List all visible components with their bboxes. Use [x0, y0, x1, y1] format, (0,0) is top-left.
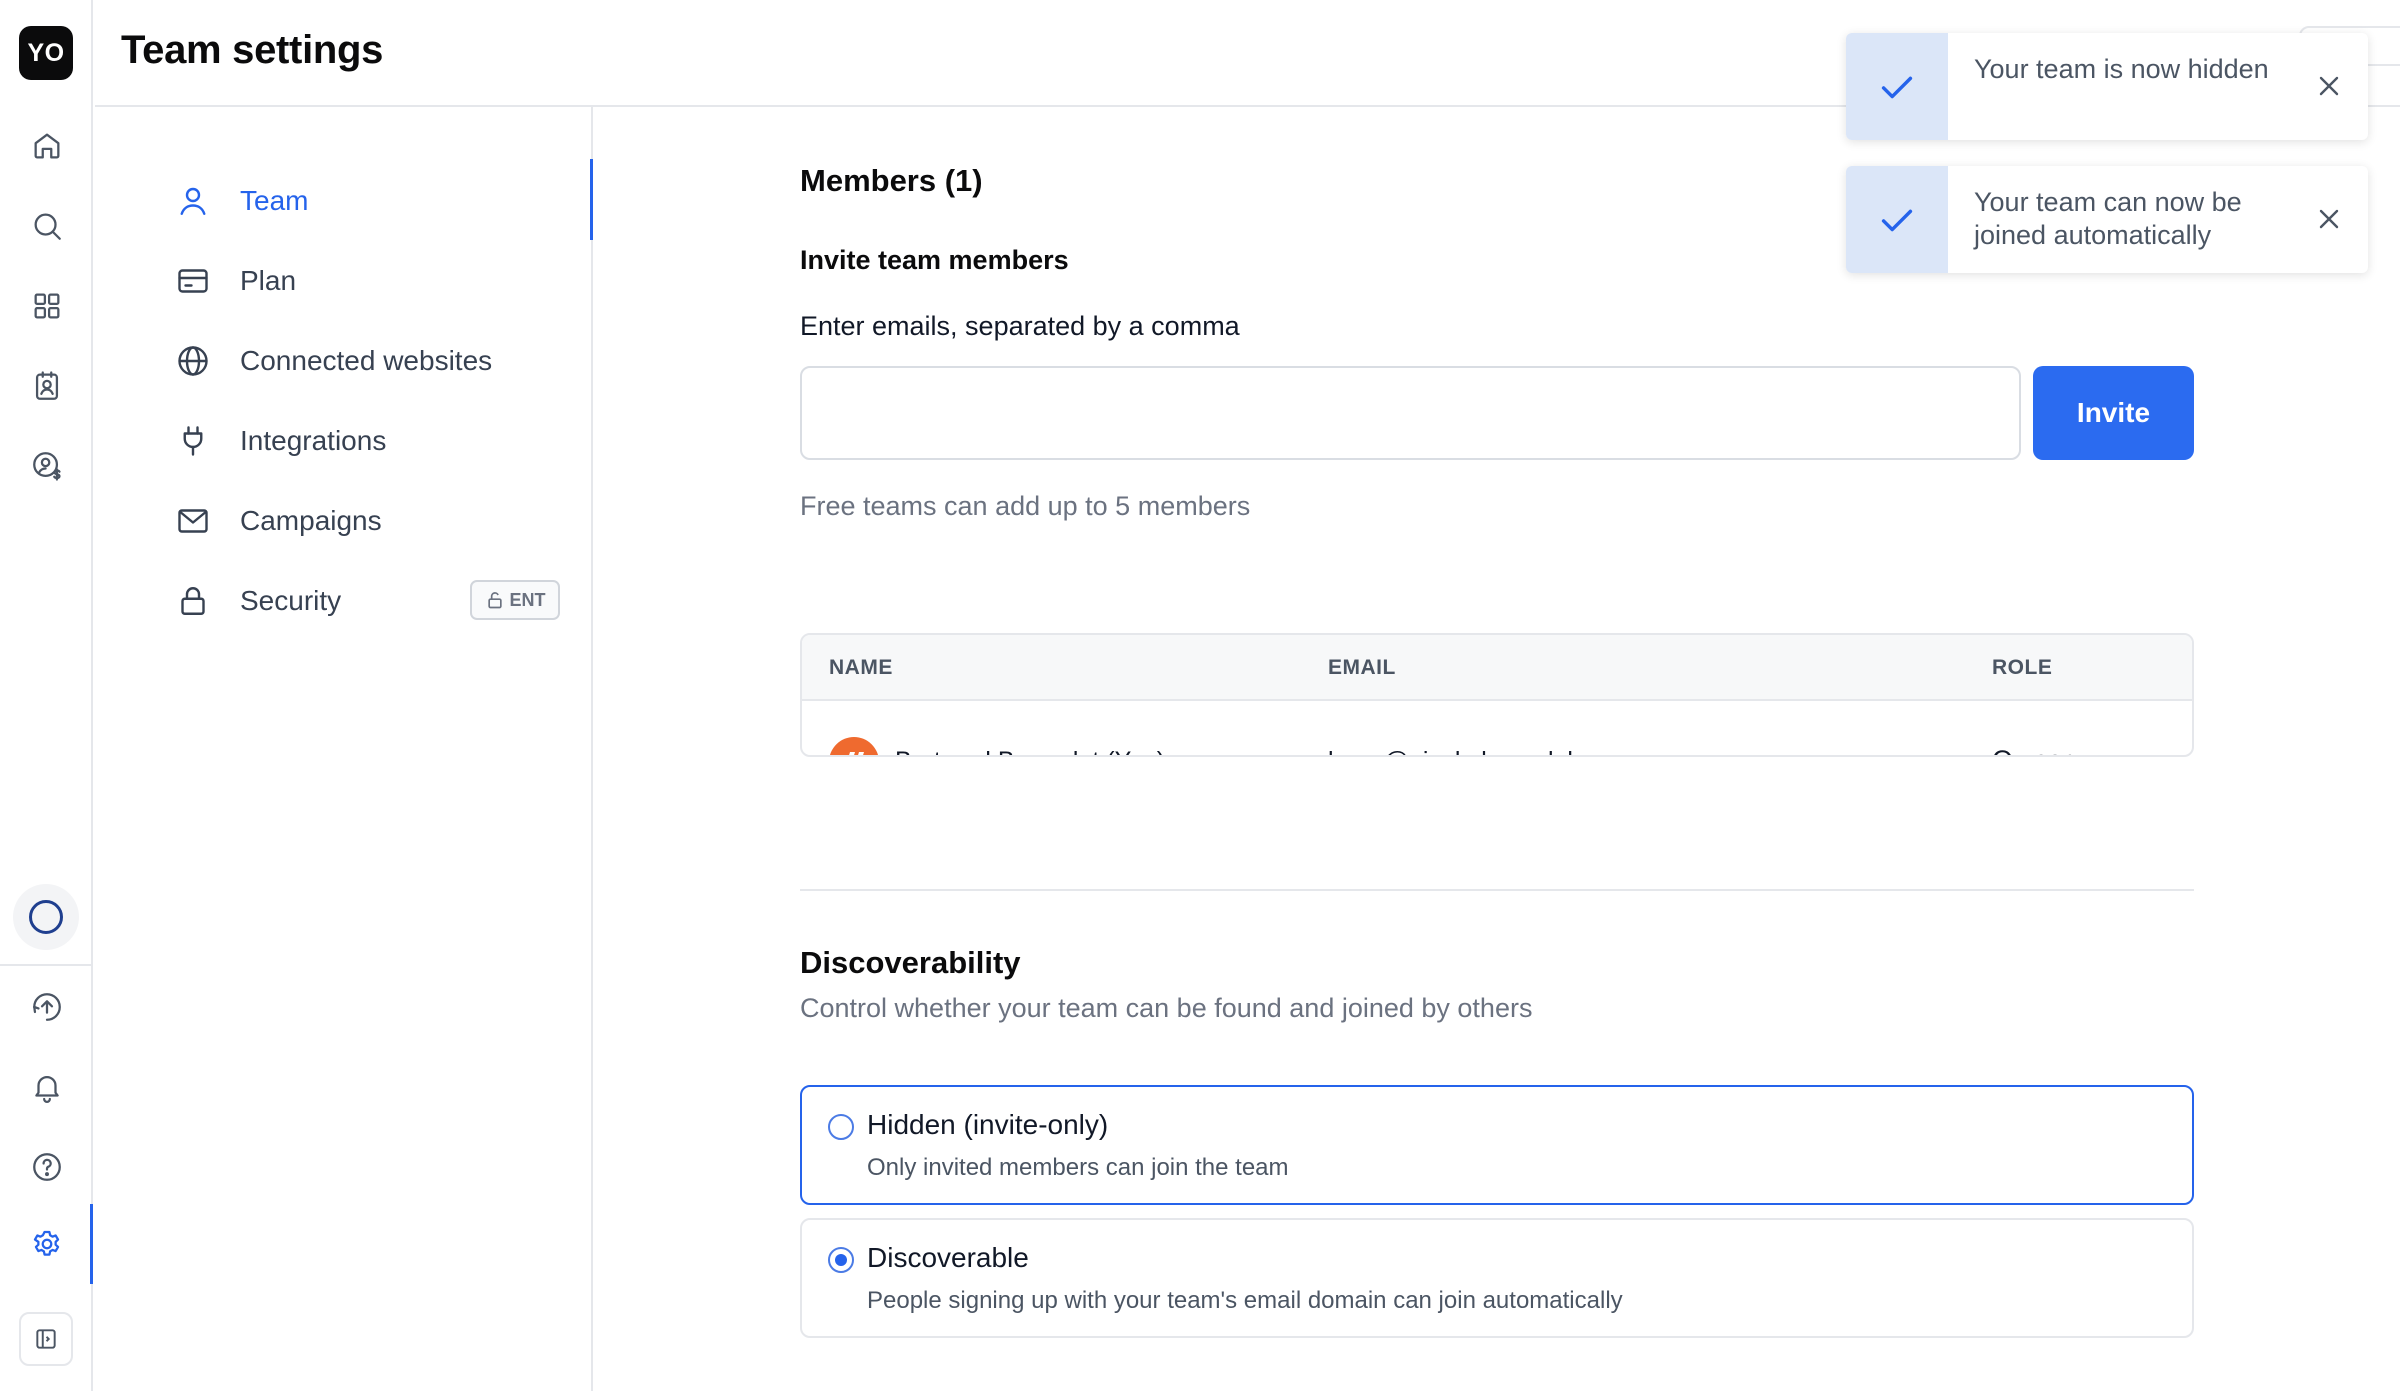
member-role: Owner: [1992, 745, 2072, 755]
close-icon: [2319, 76, 2339, 96]
home-icon[interactable]: [22, 121, 72, 171]
toast-close-button[interactable]: [2308, 198, 2350, 240]
members-table: NAME EMAIL ROLE Bertrand Bruandet (You) …: [800, 633, 2194, 757]
member-email: laura@nicelydone.club: [1328, 747, 1581, 755]
option-description: Only invited members can join the team: [867, 1154, 1289, 1181]
avatar: [829, 737, 879, 755]
help-icon[interactable]: [22, 1142, 72, 1192]
section-divider: [800, 889, 2194, 891]
enterprise-badge: ENT: [470, 580, 560, 620]
rail-active-indicator: [90, 1204, 93, 1284]
invite-button[interactable]: Invite: [2033, 366, 2194, 460]
left-rail: YO: [0, 0, 93, 1391]
sidebar-toggle-icon: [36, 1329, 56, 1349]
member-name: Bertrand Bruandet (You): [895, 747, 1165, 755]
toast-notification: Your team can now be joined automaticall…: [1846, 166, 2368, 273]
option-discoverable[interactable]: Discoverable People signing up with your…: [800, 1218, 2194, 1338]
check-icon: [1881, 209, 1913, 231]
workspace-logo[interactable]: YO: [19, 26, 73, 80]
column-header-name: NAME: [829, 656, 893, 679]
rail-divider: [0, 964, 93, 966]
members-title: Members (1): [800, 163, 983, 198]
discoverability-subtitle: Control whether your team can be found a…: [800, 993, 1533, 1023]
option-description: People signing up with your team's email…: [867, 1287, 1623, 1314]
option-hidden[interactable]: Hidden (invite-only) Only invited member…: [800, 1085, 2194, 1205]
toast-status: [1846, 166, 1948, 273]
invite-emails-input[interactable]: [800, 366, 2021, 460]
sidebar-item-integrations[interactable]: Integrations: [95, 401, 593, 481]
settings-sidebar: Team Plan Connected websites Integration…: [95, 107, 593, 1391]
avatar-logo-icon: [849, 752, 864, 755]
toast-notification: Your team is now hidden: [1846, 33, 2368, 140]
column-header-role: ROLE: [1992, 656, 2053, 679]
globe-icon: [178, 346, 208, 376]
sidebar-item-plan[interactable]: Plan: [95, 241, 593, 321]
enterprise-badge-label: ENT: [509, 589, 546, 610]
toast-message: Your team is now hidden: [1974, 54, 2269, 84]
small-lock-icon: [487, 592, 502, 609]
toast-status: [1846, 33, 1948, 140]
option-label: Discoverable: [867, 1242, 1029, 1273]
contacts-icon[interactable]: [22, 361, 72, 411]
column-header-email: EMAIL: [1328, 656, 1396, 679]
bell-icon[interactable]: [22, 1062, 72, 1112]
radio-hidden[interactable]: [828, 1114, 854, 1140]
status-ring-icon: [29, 900, 63, 934]
sidebar-item-label: Connected websites: [240, 345, 493, 376]
apps-grid-icon[interactable]: [22, 281, 72, 331]
member-limit-note: Free teams can add up to 5 members: [800, 491, 1251, 521]
toast-message: Your team can now be joined automaticall…: [1974, 187, 2242, 250]
sidebar-item-label: Plan: [240, 265, 297, 296]
plug-icon: [183, 426, 203, 456]
upload-icon[interactable]: [22, 982, 72, 1032]
sidebar-item-connected-websites[interactable]: Connected websites: [95, 321, 593, 401]
sidebar-item-campaigns[interactable]: Campaigns: [95, 481, 593, 561]
sidebar-active-indicator: [590, 159, 593, 240]
mail-icon: [178, 509, 208, 533]
settings-icon[interactable]: [22, 1219, 72, 1269]
sidebar-item-label: Campaigns: [240, 505, 382, 536]
page-title: Team settings: [121, 28, 384, 72]
search-icon[interactable]: [22, 201, 72, 251]
toast-close-button[interactable]: [2308, 65, 2350, 107]
discoverability-title: Discoverability: [800, 945, 1021, 980]
user-icon: [180, 187, 206, 215]
radio-discoverable[interactable]: [828, 1247, 854, 1273]
sidebar-item-team[interactable]: Team: [95, 161, 593, 241]
collapse-sidebar-button[interactable]: [19, 1312, 73, 1366]
close-icon: [2319, 209, 2339, 229]
invite-field-label: Enter emails, separated by a comma: [800, 311, 1240, 341]
credit-card-icon: [178, 269, 208, 293]
sidebar-item-label: Team: [240, 185, 309, 216]
billing-user-icon[interactable]: [22, 441, 72, 491]
check-icon: [1881, 76, 1913, 98]
sidebar-item-label: Integrations: [240, 425, 387, 456]
option-label: Hidden (invite-only): [867, 1109, 1109, 1140]
lock-icon: [181, 587, 205, 615]
invite-title: Invite team members: [800, 245, 1069, 275]
table-row: Bertrand Bruandet (You) laura@nicelydone…: [802, 701, 2192, 755]
table-header: NAME EMAIL ROLE: [802, 635, 2192, 701]
sidebar-item-label: Security: [240, 585, 342, 616]
status-indicator[interactable]: [13, 884, 79, 950]
